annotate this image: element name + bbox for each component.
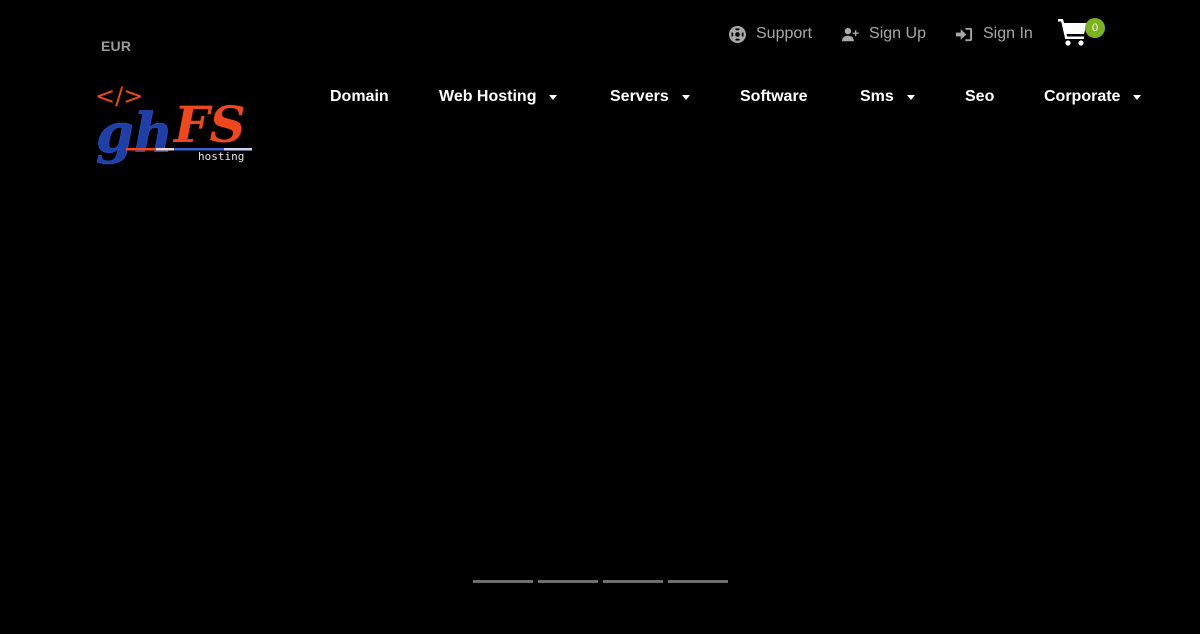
caret-down-icon — [906, 94, 915, 100]
caret-down-icon — [549, 94, 558, 100]
nav-item-corporate[interactable]: Corporate — [1044, 88, 1142, 106]
currency-selector[interactable]: EUR — [101, 38, 131, 54]
sign-up-link[interactable]: Sign Up — [842, 25, 926, 43]
nav-label: Corporate — [1044, 88, 1121, 105]
logo-text-gh: gh — [96, 101, 173, 165]
nav-label: Servers — [610, 88, 669, 105]
nav-item-servers[interactable]: Servers — [610, 88, 690, 106]
nav-label: Software — [740, 88, 808, 105]
nav-item-sms[interactable]: Sms — [860, 88, 915, 106]
slide-indicator-2[interactable] — [538, 580, 598, 583]
slider-indicators — [473, 580, 728, 583]
support-label: Support — [756, 25, 813, 42]
logo[interactable]: </> gh FS hosting — [94, 82, 262, 166]
nav-label: Web Hosting — [439, 88, 537, 105]
shopping-cart-icon — [1058, 19, 1087, 46]
nav-label: Sms — [860, 88, 894, 105]
logo-tagline: hosting — [198, 150, 244, 163]
page: EUR Support Sign Up Sign In 0 </> gh FS … — [0, 0, 1200, 634]
sign-up-label: Sign Up — [869, 25, 926, 42]
sign-in-icon — [955, 26, 973, 43]
sign-in-link[interactable]: Sign In — [955, 25, 1033, 43]
caret-down-icon — [1133, 94, 1142, 100]
nav-item-software[interactable]: Software — [740, 88, 808, 106]
cart-count-badge: 0 — [1085, 18, 1105, 38]
sign-in-label: Sign In — [982, 25, 1033, 42]
slide-indicator-1[interactable] — [473, 580, 533, 583]
caret-down-icon — [681, 94, 690, 100]
slide-indicator-3[interactable] — [603, 580, 663, 583]
support-link[interactable]: Support — [729, 25, 812, 43]
slide-indicator-4[interactable] — [668, 580, 728, 583]
nav-item-web-hosting[interactable]: Web Hosting — [439, 88, 558, 106]
nav-item-domain[interactable]: Domain — [330, 88, 389, 106]
logo-underline-white — [156, 148, 174, 151]
nav-label: Seo — [965, 88, 995, 105]
user-plus-icon — [842, 26, 859, 43]
top-utility-bar: Support Sign Up Sign In — [729, 22, 1063, 46]
life-ring-icon — [729, 25, 746, 43]
cart-button[interactable]: 0 — [1058, 18, 1108, 48]
logo-text-fs: FS — [172, 95, 246, 154]
nav-item-seo[interactable]: Seo — [965, 88, 994, 106]
nav-label: Domain — [330, 88, 389, 105]
